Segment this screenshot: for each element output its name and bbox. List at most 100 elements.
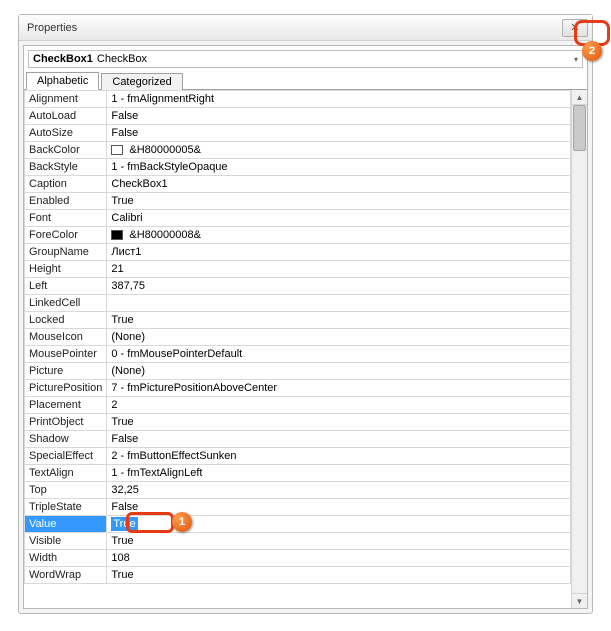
property-value[interactable]: &H80000008& — [107, 227, 571, 244]
scrollbar-thumb[interactable] — [573, 105, 586, 151]
property-value[interactable]: (None) — [107, 329, 571, 346]
property-name: Picture — [25, 363, 107, 380]
property-row[interactable]: PicturePosition7 - fmPicturePositionAbov… — [25, 380, 571, 397]
property-value[interactable]: False — [107, 108, 571, 125]
close-icon: ✕ — [570, 21, 579, 34]
property-value[interactable]: True — [107, 516, 571, 533]
property-row[interactable]: AutoSize False — [25, 125, 571, 142]
property-row[interactable]: TextAlign1 - fmTextAlignLeft — [25, 465, 571, 482]
property-row[interactable]: WordWrapTrue — [25, 567, 571, 584]
vertical-scrollbar[interactable]: ▲ ▼ — [571, 90, 587, 608]
property-row[interactable]: SpecialEffect2 - fmButtonEffectSunken — [25, 448, 571, 465]
property-value[interactable]: 2 — [107, 397, 571, 414]
property-value[interactable]: 387,75 — [107, 278, 571, 295]
property-row[interactable]: MouseIcon (None) — [25, 329, 571, 346]
property-value-text: 1 - fmBackStyleOpaque — [111, 161, 227, 173]
property-value-text: (None) — [111, 331, 145, 343]
properties-window: Properties ✕ CheckBox1 CheckBox ▾ Alphab… — [18, 14, 593, 614]
property-value-text: True — [111, 195, 133, 207]
property-value[interactable]: True — [107, 567, 571, 584]
property-value[interactable]: True — [107, 533, 571, 550]
property-value[interactable]: 1 - fmTextAlignLeft — [107, 465, 571, 482]
property-value[interactable]: 7 - fmPicturePositionAboveCenter — [107, 380, 571, 397]
property-name: Placement — [25, 397, 107, 414]
property-name: Value — [25, 516, 107, 533]
tab-categorized[interactable]: Categorized — [101, 73, 182, 90]
property-row[interactable]: LinkedCell — [25, 295, 571, 312]
object-name: CheckBox1 — [33, 53, 93, 65]
property-name: Top — [25, 482, 107, 499]
property-row[interactable]: Width108 — [25, 550, 571, 567]
property-row[interactable]: Picture (None) — [25, 363, 571, 380]
property-value[interactable]: True — [107, 414, 571, 431]
property-value-text: 387,75 — [111, 280, 145, 292]
value-editor[interactable]: True — [111, 517, 137, 531]
close-button[interactable]: ✕ — [562, 19, 588, 37]
property-value-text: False — [111, 127, 138, 139]
property-value[interactable]: True — [107, 193, 571, 210]
property-row[interactable]: Enabled True — [25, 193, 571, 210]
property-value[interactable]: &H80000005& — [107, 142, 571, 159]
property-row[interactable]: Alignment1 - fmAlignmentRight — [25, 91, 571, 108]
property-row[interactable]: Left387,75 — [25, 278, 571, 295]
property-value[interactable]: Лист1 — [107, 244, 571, 261]
property-row[interactable]: Value True — [25, 516, 571, 533]
color-swatch — [111, 145, 123, 155]
property-name: SpecialEffect — [25, 448, 107, 465]
property-row[interactable]: ShadowFalse — [25, 431, 571, 448]
property-row[interactable]: TripleStateFalse — [25, 499, 571, 516]
object-type: CheckBox — [97, 53, 147, 65]
property-value-text: False — [111, 110, 138, 122]
property-name: AutoSize — [25, 125, 107, 142]
property-value[interactable] — [107, 295, 571, 312]
scroll-up-icon[interactable]: ▲ — [572, 90, 587, 105]
property-row[interactable]: Placement2 — [25, 397, 571, 414]
property-value-text: (None) — [111, 365, 145, 377]
property-row[interactable]: Top 32,25 — [25, 482, 571, 499]
property-name: MousePointer — [25, 346, 107, 363]
property-value[interactable]: 1 - fmBackStyleOpaque — [107, 159, 571, 176]
property-row[interactable]: PrintObjectTrue — [25, 414, 571, 431]
property-value-text: False — [111, 433, 138, 445]
property-value[interactable]: False — [107, 431, 571, 448]
property-name: GroupName — [25, 244, 107, 261]
property-name: BackColor — [25, 142, 107, 159]
scroll-down-icon[interactable]: ▼ — [572, 593, 587, 608]
property-value[interactable]: 32,25 — [107, 482, 571, 499]
tab-alphabetic[interactable]: Alphabetic — [26, 72, 99, 90]
property-value[interactable]: Calibri — [107, 210, 571, 227]
property-row[interactable]: Height21 — [25, 261, 571, 278]
property-value-text: True — [111, 314, 133, 326]
property-row[interactable]: VisibleTrue — [25, 533, 571, 550]
property-row[interactable]: MousePointer 0 - fmMousePointerDefault — [25, 346, 571, 363]
property-value-text: 7 - fmPicturePositionAboveCenter — [111, 382, 277, 394]
property-value[interactable]: 21 — [107, 261, 571, 278]
property-value-text: 32,25 — [111, 484, 139, 496]
property-value[interactable]: 0 - fmMousePointerDefault — [107, 346, 571, 363]
property-value-text: 0 - fmMousePointerDefault — [111, 348, 242, 360]
property-row[interactable]: ForeColor&H80000008& — [25, 227, 571, 244]
property-row[interactable]: AutoLoadFalse — [25, 108, 571, 125]
property-name: MouseIcon — [25, 329, 107, 346]
property-grid-wrap: Alignment1 - fmAlignmentRightAutoLoadFal… — [24, 90, 587, 608]
property-value[interactable]: CheckBox1 — [107, 176, 571, 193]
property-name: ForeColor — [25, 227, 107, 244]
property-name: Alignment — [25, 91, 107, 108]
property-row[interactable]: LockedTrue — [25, 312, 571, 329]
property-name: Enabled — [25, 193, 107, 210]
property-value-text: Calibri — [111, 212, 142, 224]
property-row[interactable]: CaptionCheckBox1 — [25, 176, 571, 193]
property-value[interactable]: (None) — [107, 363, 571, 380]
property-value[interactable]: False — [107, 499, 571, 516]
property-value[interactable]: 2 - fmButtonEffectSunken — [107, 448, 571, 465]
property-value[interactable]: False — [107, 125, 571, 142]
property-row[interactable]: BackColor&H80000005& — [25, 142, 571, 159]
property-value[interactable]: 1 - fmAlignmentRight — [107, 91, 571, 108]
property-value[interactable]: 108 — [107, 550, 571, 567]
property-row[interactable]: FontCalibri — [25, 210, 571, 227]
property-row[interactable]: BackStyle1 - fmBackStyleOpaque — [25, 159, 571, 176]
object-selector[interactable]: CheckBox1 CheckBox ▾ — [28, 50, 583, 68]
property-value[interactable]: True — [107, 312, 571, 329]
property-name: Height — [25, 261, 107, 278]
property-row[interactable]: GroupNameЛист1 — [25, 244, 571, 261]
